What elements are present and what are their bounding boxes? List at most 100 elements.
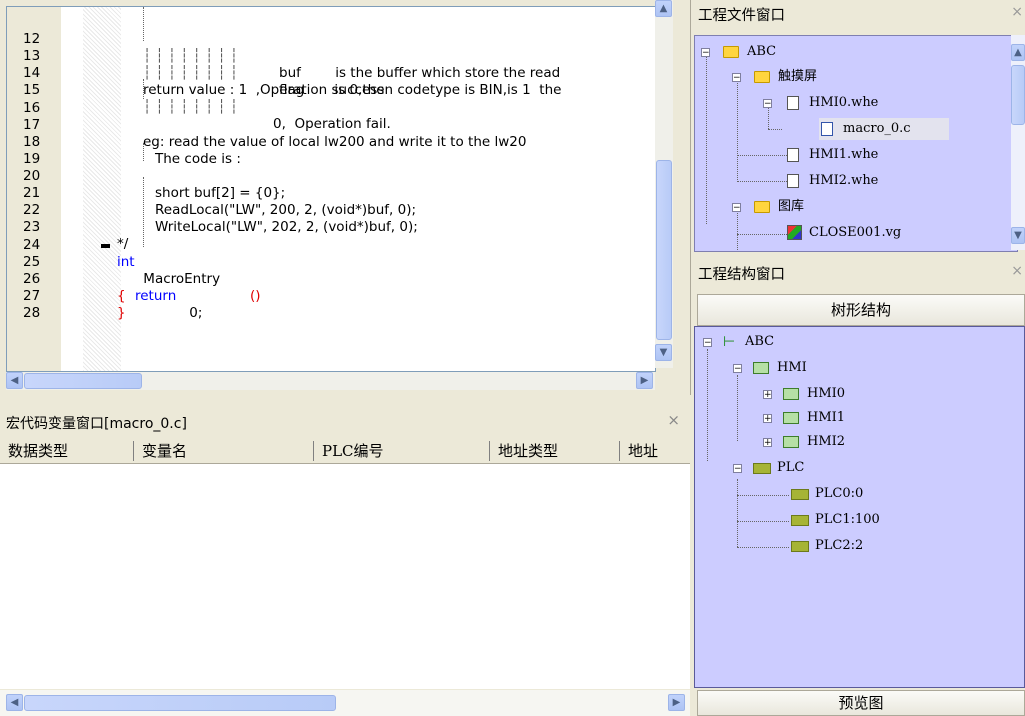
project-file-tree: − ABC − 触摸屏 − HMI0.whe macro_0.c HMI1.wh… [694,35,1018,252]
scroll-up-icon[interactable]: ▲ [655,0,672,17]
collapse-icon[interactable]: − [733,364,742,374]
fold-margin [83,7,121,371]
code-editor-pane: 12 ┆ ┆ ┆ ┆ ┆ ┆ ┆ ┆ buf is the buffer whi… [0,0,691,395]
structure-window-titlebar: 工程结构窗口 × [694,259,1025,285]
tree-node-label: PLC1:100 [815,512,880,527]
code-line: 19 [7,134,40,167]
structure-window-title: 工程结构窗口 [698,267,785,283]
scroll-thumb[interactable] [1011,65,1025,125]
variable-table-header: 数据类型 变量名 PLC编号 地址类型 地址 [0,439,690,464]
variable-horizontal-scrollbar[interactable]: ◀ ▶ [0,690,690,716]
tree-line [706,54,707,224]
scroll-up-icon[interactable]: ▲ [1011,44,1025,61]
editor-horizontal-scrollbar[interactable]: ◀ ▶ [6,372,655,390]
tree-line [737,78,738,182]
close-icon[interactable]: × [667,411,680,429]
collapse-icon[interactable]: − [733,464,742,474]
code-text: */ [117,236,129,252]
tree-node-label: PLC0:0 [815,486,864,501]
column-header-plc-number[interactable]: PLC编号 [314,441,490,461]
tree-node-label: CLOSE001.vg [809,225,902,240]
close-icon[interactable]: × [1011,4,1023,20]
expand-icon[interactable]: + [763,390,772,400]
brace: () [250,288,261,304]
tree-line [737,547,789,548]
scroll-down-icon[interactable]: ▼ [655,344,672,361]
tree-node-label: HMI [777,360,807,375]
folder-icon [754,201,770,213]
collapse-icon[interactable]: − [732,73,741,83]
column-header-variable-name[interactable]: 变量名 [134,441,314,461]
code-editor[interactable]: 12 ┆ ┆ ┆ ┆ ┆ ┆ ┆ ┆ buf is the buffer whi… [6,6,656,372]
tree-node-label: ABC [745,334,775,349]
code-line: 25 { [7,237,126,304]
column-header-address[interactable]: 地址 [620,441,690,461]
column-header-address-type[interactable]: 地址类型 [490,441,620,461]
tab-markers: ┆ ┆ ┆ ┆ ┆ ┆ ┆ ┆ [143,65,239,81]
scroll-right-icon[interactable]: ▶ [668,694,685,711]
plc-icon [753,463,771,474]
code-line: 22 WriteLocal("LW", 202, 2, (void*)buf, … [7,185,418,235]
tree-node-label: HMI0 [807,386,846,401]
variable-table-body[interactable] [0,464,690,689]
tree-line [737,234,789,235]
editor-vertical-scrollbar[interactable]: ▲ ▼ [655,0,673,368]
collapse-icon[interactable]: − [701,48,710,58]
tree-line [737,479,738,547]
fold-toggle-icon[interactable] [101,244,110,248]
project-tree-icon: ⊢ [723,334,736,350]
code-text: short buf[2] = {0}; [155,185,286,201]
project-structure-tree: − ⊢ ABC − HMI + HMI0 + HMI1 + HMI2 − PLC… [694,326,1025,688]
code-line: 14 return value : 1 ,Operation success [7,48,384,98]
column-header-data-type[interactable]: 数据类型 [0,441,134,461]
expand-icon[interactable]: + [763,414,772,424]
tree-structure-tab[interactable]: 树形结构 [697,294,1025,326]
scroll-thumb[interactable] [24,373,142,389]
hmi-icon [783,412,799,424]
collapse-icon[interactable]: − [703,338,712,348]
tree-node-label: HMI0.whe [809,95,879,110]
tree-node-macro[interactable]: macro_0.c [819,118,949,140]
close-icon[interactable]: × [1011,263,1023,279]
tree-node-label: macro_0.c [843,121,911,136]
screen-file-icon [787,148,799,162]
folder-icon [754,71,770,83]
folder-icon [723,46,739,58]
variable-window-title: 宏代码变量窗口[macro_0.c] [6,416,187,432]
scroll-left-icon[interactable]: ◀ [6,372,23,389]
plc-icon [791,541,809,552]
code-text: WriteLocal("LW", 202, 2, (void*)buf, 0); [155,219,418,235]
expand-icon[interactable]: + [763,438,772,448]
code-line: 17 eg: read the value of local lw200 and… [7,100,526,150]
scroll-right-icon[interactable]: ▶ [636,372,653,389]
tree-node-label: HMI2 [807,434,846,449]
indent-guide [143,177,144,247]
tree-line [737,521,789,522]
tree-node-label: PLC2:2 [815,538,864,553]
tree-node-label: PLC [777,460,805,475]
code-text: ReadLocal("LW", 200, 2, (void*)buf, 0); [155,202,417,218]
tree-node-label: ABC [747,44,777,59]
plc-icon [791,489,809,500]
tree-line [707,349,708,461]
scroll-left-icon[interactable]: ◀ [6,694,23,711]
tree-line [737,155,789,156]
tree-node-label: HMI1.whe [809,147,879,162]
scroll-down-icon[interactable]: ▼ [1011,227,1025,244]
code-line: 26 return 0; [7,254,202,321]
file-tree-vertical-scrollbar[interactable]: ▲ ▼ [1011,35,1025,250]
tree-node-label: HMI1 [807,410,846,425]
image-file-icon [787,225,802,240]
code-text: 0, Operation fail. [273,116,391,132]
code-text: MacroEntry [139,271,221,287]
code-line: 24 int MacroEntry () [7,220,261,304]
preview-tab[interactable]: 预览图 [697,690,1025,716]
collapse-icon[interactable]: − [763,99,772,109]
screen-file-icon [787,174,799,188]
variable-window-titlebar: 宏代码变量窗口[macro_0.c] × [0,409,690,433]
scroll-thumb[interactable] [24,695,336,711]
code-line: 18 The code is : [7,117,241,167]
code-line: 13 ┆ ┆ ┆ ┆ ┆ ┆ ┆ ┆ flag is 0,then codety… [7,31,561,98]
scroll-thumb[interactable] [656,160,672,340]
collapse-icon[interactable]: − [732,203,741,213]
